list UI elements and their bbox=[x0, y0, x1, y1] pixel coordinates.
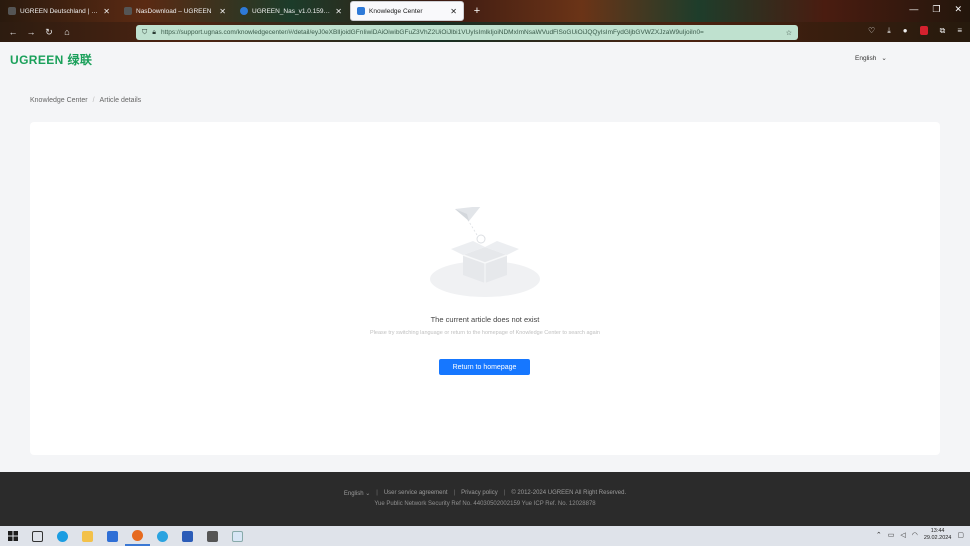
minimize-icon[interactable]: — bbox=[909, 4, 918, 15]
wifi-icon[interactable]: ◠ bbox=[912, 531, 918, 539]
reload-icon[interactable]: ↻ bbox=[40, 27, 58, 38]
language-selector[interactable]: English ⌄ bbox=[855, 54, 887, 63]
page-content: UGREEN 绿联 English ⌄ Knowledge Center / A… bbox=[0, 42, 970, 472]
breadcrumb: Knowledge Center / Article details bbox=[30, 97, 141, 104]
store-icon bbox=[107, 530, 118, 542]
menu-icon[interactable]: ≡ bbox=[957, 26, 962, 36]
chevron-up-icon[interactable]: ⌃ bbox=[876, 531, 882, 539]
taskbar-app-calculator[interactable] bbox=[200, 526, 225, 546]
footer-separator: | bbox=[376, 490, 378, 496]
windows-logo-icon bbox=[7, 531, 18, 541]
system-tray: ⌃ ▭ ◁ ◠ 13:44 29.02.2024 ▢ bbox=[876, 528, 964, 542]
system-clock[interactable]: 13:44 29.02.2024 bbox=[924, 528, 952, 542]
site-footer: English ⌄ | User service agreement | Pri… bbox=[0, 472, 970, 526]
tab-title: Knowledge Center bbox=[369, 7, 423, 15]
footer-language-selector[interactable]: English ⌄ bbox=[344, 490, 370, 497]
footer-separator: | bbox=[453, 490, 456, 496]
taskbar-app-snipping[interactable] bbox=[225, 526, 250, 546]
close-tab-icon[interactable]: ✕ bbox=[335, 7, 342, 16]
taskbar-app-telegram[interactable] bbox=[150, 526, 175, 546]
content-card: The current article does not exist Pleas… bbox=[30, 122, 940, 455]
tab-favicon-icon bbox=[8, 7, 16, 15]
bookmark-star-icon[interactable]: ☆ bbox=[786, 29, 792, 37]
privacy-policy-link[interactable]: Privacy policy bbox=[461, 490, 498, 497]
chevron-down-icon: ⌄ bbox=[881, 55, 887, 62]
taskbar-app-firefox[interactable] bbox=[125, 526, 150, 546]
task-view-button[interactable] bbox=[25, 526, 50, 546]
extension-icon[interactable] bbox=[919, 26, 928, 35]
browser-tab-bar: UGREEN Deutschland | Ladeger ✕ NasDownlo… bbox=[0, 0, 970, 22]
firefox-icon bbox=[132, 529, 143, 541]
language-label: English bbox=[855, 54, 877, 62]
calculator-icon bbox=[207, 530, 218, 542]
restore-icon[interactable]: ❐ bbox=[932, 4, 940, 15]
task-view-icon bbox=[32, 530, 43, 542]
url-text: https://support.ugnas.com/knowledgecente… bbox=[160, 29, 704, 36]
browser-tab[interactable]: UGREEN Deutschland | Ladeger ✕ bbox=[2, 1, 116, 21]
shield-icon[interactable]: ⛉ bbox=[142, 29, 147, 37]
footer-separator: | bbox=[503, 490, 506, 496]
windows-taskbar: ⌃ ▭ ◁ ◠ 13:44 29.02.2024 ▢ bbox=[0, 526, 970, 546]
close-tab-icon[interactable]: ✕ bbox=[450, 7, 457, 16]
new-tab-icon[interactable]: + bbox=[470, 5, 484, 17]
breadcrumb-knowledge-center[interactable]: Knowledge Center bbox=[30, 97, 88, 104]
tab-favicon-icon bbox=[357, 7, 365, 15]
volume-icon[interactable]: ◁ bbox=[900, 531, 905, 539]
copyright-text: © 2012-2024 UGREEN All Right Reserved. bbox=[511, 490, 627, 496]
forward-icon[interactable]: → bbox=[22, 27, 40, 37]
pocket-icon[interactable]: ♡ bbox=[868, 26, 875, 36]
browser-nav-bar: ← → ↻ ⌂ ⛉ 🔒︎ https://support.ugnas.com/k… bbox=[0, 22, 970, 42]
close-tab-icon[interactable]: ✕ bbox=[103, 7, 110, 16]
account-icon[interactable]: ● bbox=[903, 26, 908, 36]
word-icon bbox=[182, 530, 193, 542]
not-found-hint: Please try switching language or return … bbox=[370, 330, 600, 336]
browser-tab[interactable]: NasDownload – UGREEN ✕ bbox=[118, 1, 232, 21]
folder-icon bbox=[82, 530, 93, 542]
footer-language-label: English bbox=[343, 491, 364, 497]
taskbar-app-store[interactable] bbox=[100, 526, 125, 546]
clock-time: 13:44 bbox=[930, 528, 945, 534]
taskbar-app-edge[interactable] bbox=[50, 526, 75, 546]
breadcrumb-separator: / bbox=[92, 97, 95, 104]
edge-icon bbox=[57, 530, 68, 542]
address-bar[interactable]: ⛉ 🔒︎ https://support.ugnas.com/knowledge… bbox=[136, 25, 798, 40]
toolbar-right: ♡ ⤓ ● ⧉ ≡ bbox=[868, 26, 962, 36]
lock-icon[interactable]: 🔒︎ bbox=[152, 29, 156, 37]
close-window-icon[interactable]: ✕ bbox=[954, 4, 962, 15]
user-agreement-link[interactable]: User service agreement bbox=[384, 490, 448, 497]
close-tab-icon[interactable]: ✕ bbox=[219, 7, 226, 16]
notification-icon[interactable]: ▢ bbox=[957, 531, 964, 539]
clock-date: 29.02.2024 bbox=[923, 535, 952, 541]
return-homepage-button[interactable]: Return to homepage bbox=[439, 359, 530, 375]
extensions-icon[interactable]: ⧉ bbox=[940, 26, 946, 36]
tab-favicon-icon bbox=[240, 7, 248, 15]
footer-links: English ⌄ | User service agreement | Pri… bbox=[0, 490, 970, 497]
tab-title: UGREEN Deutschland | Ladeger bbox=[20, 7, 99, 15]
home-icon[interactable]: ⌂ bbox=[58, 27, 76, 37]
download-icon[interactable]: ⤓ bbox=[887, 26, 891, 36]
not-found-message: The current article does not exist bbox=[430, 315, 540, 324]
taskbar-app-explorer[interactable] bbox=[75, 526, 100, 546]
chevron-down-icon: ⌄ bbox=[365, 491, 371, 497]
start-button[interactable] bbox=[0, 526, 25, 546]
browser-tab-active[interactable]: Knowledge Center ✕ bbox=[350, 1, 464, 21]
empty-box-illustration bbox=[430, 207, 540, 297]
telegram-icon bbox=[157, 530, 168, 542]
ugreen-logo[interactable]: UGREEN 绿联 bbox=[10, 51, 92, 68]
breadcrumb-current: Article details bbox=[99, 97, 142, 104]
tab-title: UGREEN_Nas_v1.0.15988_610 bbox=[252, 7, 331, 15]
network-icon[interactable]: ▭ bbox=[888, 531, 895, 539]
tab-favicon-icon bbox=[124, 7, 132, 15]
tab-title: NasDownload – UGREEN bbox=[136, 7, 212, 15]
window-controls: — ❐ ✕ bbox=[909, 4, 962, 15]
snipping-tool-icon bbox=[232, 530, 243, 542]
taskbar-app-word[interactable] bbox=[175, 526, 200, 546]
back-icon[interactable]: ← bbox=[4, 27, 22, 37]
footer-records: Yue Public Network Security Ref No. 4403… bbox=[374, 501, 596, 507]
browser-tab[interactable]: UGREEN_Nas_v1.0.15988_610 ✕ bbox=[234, 1, 348, 21]
